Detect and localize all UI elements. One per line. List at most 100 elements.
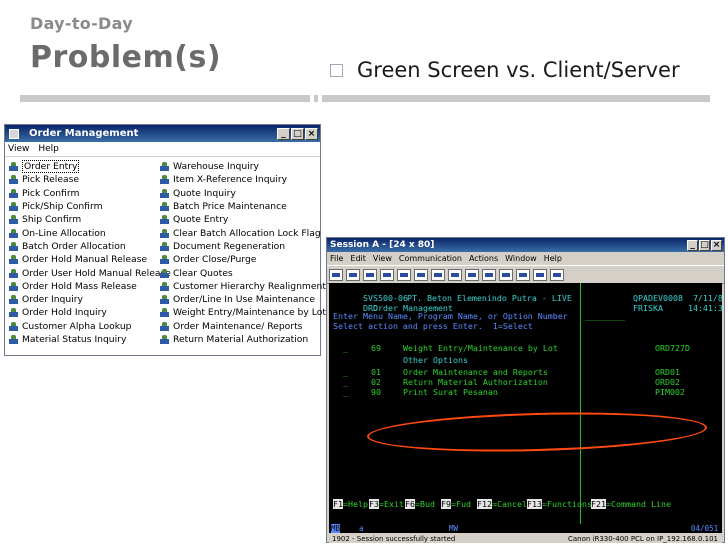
help-icon[interactable] <box>516 268 530 281</box>
option-code: PIM002 <box>655 387 685 397</box>
fkey-f9[interactable]: F9=Fud <box>441 499 471 509</box>
fkey-f1[interactable]: F1=Help <box>333 499 368 509</box>
menu-item-order-line-in-use-maintenance[interactable]: Order/Line In Use Maintenance <box>160 293 326 306</box>
bullet-square-icon <box>330 63 343 77</box>
session-menu-communication[interactable]: Communication <box>399 254 462 263</box>
settings-icon[interactable] <box>550 268 564 281</box>
record-icon[interactable] <box>465 268 479 281</box>
menu-item-clear-quotes[interactable]: Clear Quotes <box>160 266 326 279</box>
close-icon[interactable]: × <box>711 239 722 251</box>
menu-item-return-material-authorization[interactable]: Return Material Authorization <box>160 333 326 346</box>
menu-item-label: Order Hold Inquiry <box>22 307 107 319</box>
maximize-icon[interactable]: □ <box>291 127 304 140</box>
session-menu-window[interactable]: Window <box>505 254 537 263</box>
menu-item-pick-ship-confirm[interactable]: Pick/Ship Confirm <box>9 200 171 213</box>
menu-item-pick-release[interactable]: Pick Release <box>9 173 171 186</box>
minimize-icon[interactable]: _ <box>687 239 698 251</box>
session-menu-actions[interactable]: Actions <box>469 254 498 263</box>
menu-item-material-status-inquiry[interactable]: Material Status Inquiry <box>9 333 171 346</box>
person-icon <box>9 255 18 265</box>
order-menu-left-list: Order Entry Pick Release Pick Confirm Pick/… <box>9 160 171 346</box>
option-select-field: _ <box>343 343 348 353</box>
maximize-icon[interactable]: □ <box>699 239 710 251</box>
person-icon <box>9 228 18 238</box>
fkey-f13[interactable]: F13=Functions <box>527 499 592 509</box>
fkey-label: =Cancel <box>492 499 527 509</box>
menu-item-customer-alpha-lookup[interactable]: Customer Alpha Lookup <box>9 320 171 333</box>
menu-item-label: Order Close/Purge <box>173 254 257 266</box>
option-code: ORD01 <box>655 367 680 377</box>
person-icon <box>160 188 169 198</box>
menu-item-ship-confirm[interactable]: Ship Confirm <box>9 213 171 226</box>
menu-item-order-close-purge[interactable]: Order Close/Purge <box>160 253 326 266</box>
menu-item-order-hold-inquiry[interactable]: Order Hold Inquiry <box>9 306 171 319</box>
menu-item-batch-order-allocation[interactable]: Batch Order Allocation <box>9 240 171 253</box>
menu-item-weight-entry-maintenance-by-lot[interactable]: Weight Entry/Maintenance by Lot <box>160 306 326 319</box>
option-select-field: _ <box>343 367 348 377</box>
company-name: PT. Beton Elemenindo Putra - LIVE <box>407 293 572 303</box>
session-window-title: Session A - [24 x 80] <box>330 240 435 250</box>
receive-icon[interactable] <box>397 268 411 281</box>
session-menu-edit[interactable]: Edit <box>350 254 366 263</box>
person-icon <box>9 188 18 198</box>
menu-item-order-hold-manual-release[interactable]: Order Hold Manual Release <box>9 253 171 266</box>
menu-item-label: Pick Release <box>22 174 80 186</box>
option-number: 69 <box>371 343 381 353</box>
menu-item-label: Item X-Reference Inquiry <box>173 174 288 186</box>
session-window-titlebar[interactable]: Session A - [24 x 80] _ □ × <box>327 238 724 252</box>
terminal-screen[interactable]: SVS500-06 PT. Beton Elemenindo Putra - LI… <box>329 283 722 524</box>
close-icon[interactable]: × <box>305 127 318 140</box>
person-icon <box>9 268 18 278</box>
fkey-f12[interactable]: F12=Cancel <box>477 499 527 509</box>
slide-bullet: Green Screen vs. Client/Server <box>330 58 680 82</box>
fkey-label: =Help <box>343 499 368 509</box>
menu-view[interactable]: View <box>8 144 29 154</box>
command-input[interactable]: ________ <box>585 311 625 321</box>
session-menu-help[interactable]: Help <box>544 254 562 263</box>
menu-item-order-maintenance-reports[interactable]: Order Maintenance/ Reports <box>160 320 326 333</box>
minimize-icon[interactable]: _ <box>277 127 290 140</box>
fkey-key: F6 <box>405 499 415 509</box>
menu-help[interactable]: Help <box>38 144 59 154</box>
menu-item-label: On-Line Allocation <box>22 227 106 239</box>
menu-item-order-hold-mass-release[interactable]: Order Hold Mass Release <box>9 280 171 293</box>
menu-item-order-entry[interactable]: Order Entry <box>9 160 171 174</box>
session-menu-file[interactable]: File <box>330 254 343 263</box>
order-management-window: Order Management _ □ × View Help Order E… <box>4 124 326 356</box>
fkey-f21[interactable]: F21=Command Line <box>591 499 671 509</box>
menu-item-customer-hierarchy-realignment[interactable]: Customer Hierarchy Realignment <box>160 280 326 293</box>
map-icon[interactable] <box>499 268 513 281</box>
oia-mb: MB <box>331 524 341 533</box>
option-description: Print Surat Pesanan <box>403 387 498 397</box>
play-icon[interactable] <box>482 268 496 281</box>
keyboard-icon[interactable] <box>431 268 445 281</box>
menu-item-batch-price-maintenance[interactable]: Batch Price Maintenance <box>160 200 326 213</box>
menu-item-order-inquiry[interactable]: Order Inquiry <box>9 293 171 306</box>
fkey-f3[interactable]: F3=Exit <box>369 499 404 509</box>
macro-icon[interactable] <box>448 268 462 281</box>
menu-item-item-x-reference-inquiry[interactable]: Item X-Reference Inquiry <box>160 173 326 186</box>
menu-item-pick-confirm[interactable]: Pick Confirm <box>9 187 171 200</box>
person-icon <box>9 241 18 251</box>
highlight-oval <box>366 408 708 456</box>
printer-status: Canon iR330-400 PCL on IP_192.168.0.101 <box>567 534 718 543</box>
menu-item-order-user-hold-manual-release[interactable]: Order User Hold Manual Release <box>9 266 171 279</box>
menu-item-quote-entry[interactable]: Quote Entry <box>160 213 326 226</box>
cursor-position: 04/051 <box>691 524 719 533</box>
order-window-titlebar[interactable]: Order Management _ □ × <box>5 125 320 142</box>
fkey-key: F13 <box>527 499 542 509</box>
fkey-f6[interactable]: F6=Bud <box>405 499 435 509</box>
send-icon[interactable] <box>380 268 394 281</box>
display-icon[interactable] <box>414 268 428 281</box>
menu-item-quote-inquiry[interactable]: Quote Inquiry <box>160 187 326 200</box>
menu-item-document-regeneration[interactable]: Document Regeneration <box>160 240 326 253</box>
copy-icon[interactable] <box>329 268 343 281</box>
menu-item-clear-batch-allocation-lock-flag[interactable]: Clear Batch Allocation Lock Flag <box>160 226 326 239</box>
menu-item-on-line-allocation[interactable]: On-Line Allocation <box>9 226 171 239</box>
session-menu-view[interactable]: View <box>373 254 392 263</box>
color-icon[interactable] <box>533 268 547 281</box>
person-icon <box>9 321 18 331</box>
print-icon[interactable] <box>363 268 377 281</box>
menu-item-warehouse-inquiry[interactable]: Warehouse Inquiry <box>160 160 326 173</box>
paste-icon[interactable] <box>346 268 360 281</box>
